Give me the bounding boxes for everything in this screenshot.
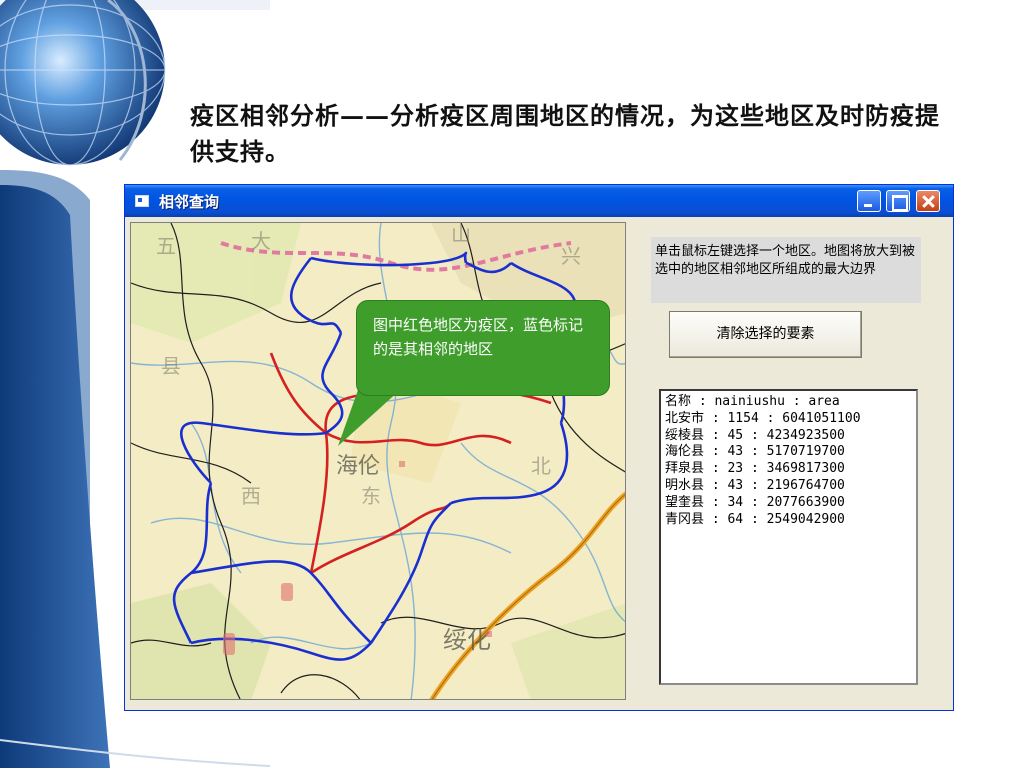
map-label-hailun: 海伦 <box>336 454 380 479</box>
map-view[interactable]: 五 大 山 兴县北 东 西 海伦 绥化 <box>130 222 626 700</box>
annotation-callout: 图中红色地区为疫区，蓝色标记的是其相邻的地区 <box>356 300 610 396</box>
svg-text:县: 县 <box>161 354 181 378</box>
clear-selection-button[interactable]: 清除选择的要素 <box>669 311 862 358</box>
app-icon <box>135 195 149 207</box>
list-item[interactable]: 北安市 : 1154 : 6041051100 <box>665 411 912 428</box>
title-bar[interactable]: 相邻查询 <box>125 185 953 217</box>
list-item[interactable]: 海伦县 : 43 : 5170719700 <box>665 444 912 461</box>
list-item[interactable]: 青冈县 : 64 : 2549042900 <box>665 512 912 529</box>
adjacency-query-window: 相邻查询 五 大 山 兴 县 北 东 西 海伦 绥化 单击鼠标左键选择一个地区。… <box>124 184 954 711</box>
list-item[interactable]: 拜泉县 : 23 : 3469817300 <box>665 461 912 478</box>
instruction-text: 单击鼠标左键选择一个地区。地图将放大到被选中的地区相邻地区所组成的最大边界 <box>651 237 921 303</box>
map-label-suihua: 绥化 <box>443 626 491 654</box>
callout-pointer <box>338 390 400 446</box>
svg-text:北: 北 <box>531 454 551 478</box>
list-item[interactable]: 绥棱县 : 45 : 4234923500 <box>665 428 912 445</box>
list-item[interactable]: 明水县 : 43 : 2196764700 <box>665 478 912 495</box>
list-item[interactable]: 望奎县 : 34 : 2077663900 <box>665 495 912 512</box>
svg-text:东: 东 <box>361 484 381 508</box>
map-canvas[interactable]: 五 大 山 兴县北 东 西 海伦 绥化 <box>131 223 626 700</box>
close-button[interactable] <box>916 190 940 212</box>
minimize-button[interactable] <box>857 190 881 212</box>
slide-title: 疫区相邻分析——分析疫区周围地区的情况，为这些地区及时防疫提供支持。 <box>190 101 940 166</box>
svg-text:山: 山 <box>451 223 471 246</box>
result-listbox[interactable]: 名称 : nainiushu : area 北安市 : 1154 : 60410… <box>659 389 918 685</box>
svg-text:兴: 兴 <box>561 244 581 268</box>
window-title: 相邻查询 <box>159 193 220 211</box>
list-item[interactable]: 名称 : nainiushu : area <box>665 394 912 411</box>
maximize-button[interactable] <box>886 190 910 212</box>
svg-text:大: 大 <box>251 229 271 253</box>
svg-text:西: 西 <box>241 484 261 508</box>
svg-text:五: 五 <box>156 234 176 258</box>
